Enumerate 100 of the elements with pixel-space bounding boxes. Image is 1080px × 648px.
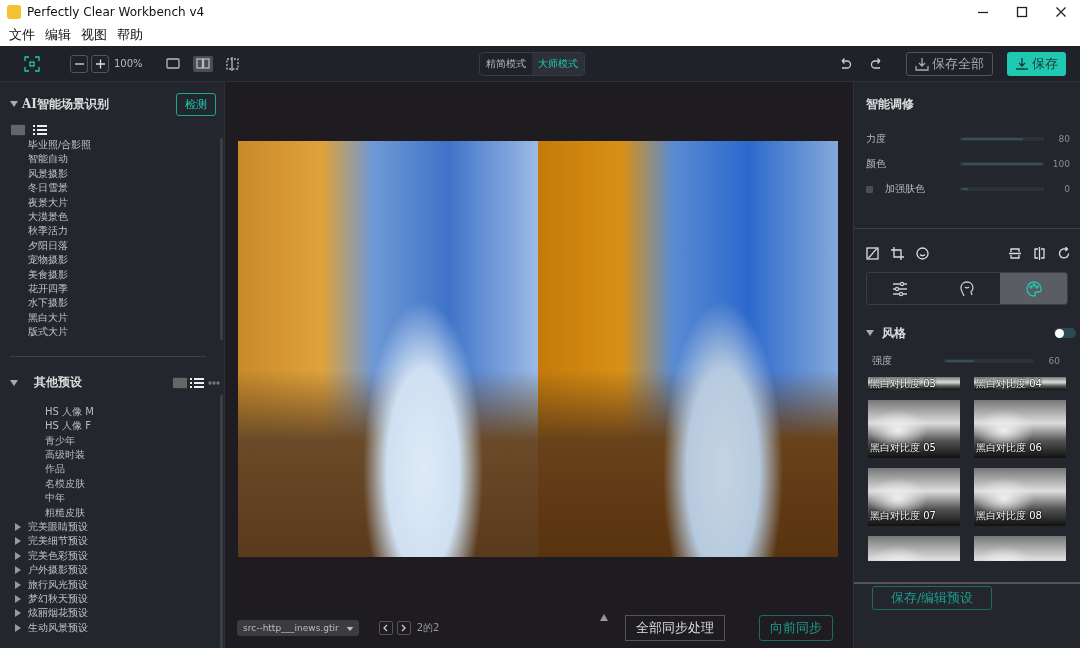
scene-item[interactable]: 美食摄影: [28, 267, 68, 283]
next-button[interactable]: [396, 621, 411, 635]
curves-icon[interactable]: [866, 246, 879, 260]
close-icon[interactable]: [1054, 6, 1067, 18]
more-icon[interactable]: [208, 379, 220, 386]
page-counter: 2的2: [416, 621, 440, 635]
view-mode-button[interactable]: [192, 55, 213, 72]
style-thumbnail[interactable]: 黑白对比度 07: [868, 468, 960, 526]
menu-item[interactable]: 帮助: [112, 26, 148, 44]
scene-item[interactable]: 版式大片: [28, 325, 68, 340]
scene-item[interactable]: 智能自动: [28, 152, 68, 167]
list-view-icon[interactable]: [190, 376, 204, 389]
preset-group[interactable]: 炫丽烟花预设: [28, 606, 88, 621]
scene-item[interactable]: 夜景大片: [28, 195, 68, 211]
preset-group[interactable]: 户外摄影预设: [28, 563, 88, 578]
save-button[interactable]: 保存: [1007, 51, 1066, 76]
scene-item[interactable]: 毕业照/合影照: [28, 138, 92, 153]
expand-arrow-icon[interactable]: [14, 623, 22, 632]
preset-group[interactable]: 梦幻秋天预设: [28, 591, 88, 606]
previous-button[interactable]: [378, 621, 393, 635]
preset-group[interactable]: 完美眼睛预设: [28, 520, 88, 534]
file-dropdown[interactable]: src--http___inews.gtir: [237, 620, 359, 636]
rotate-icon[interactable]: [1058, 246, 1070, 260]
style-thumbnail[interactable]: 黑白对比度 06: [974, 400, 1066, 458]
flip-horizontal-icon[interactable]: [1033, 246, 1046, 260]
chevron-right-icon: [400, 624, 408, 632]
slider-value: 100: [1051, 159, 1070, 169]
slider-label: 颜色: [866, 157, 886, 171]
menu-item[interactable]: 视图: [76, 26, 112, 44]
expand-arrow-icon[interactable]: [14, 580, 22, 589]
style-thumbnail[interactable]: 黑白对比度 04: [974, 377, 1066, 390]
expand-arrow-icon[interactable]: [14, 609, 22, 618]
expand-triangle-icon[interactable]: [599, 612, 610, 622]
scene-item[interactable]: 冬日雪景: [28, 181, 68, 196]
tool-tab[interactable]: [1000, 273, 1067, 304]
preset-group[interactable]: 完美细节预设: [28, 534, 88, 549]
menu-item[interactable]: 编辑: [40, 26, 76, 44]
preset-item[interactable]: 名模皮肤: [45, 476, 85, 491]
focus-frame-icon[interactable]: [24, 55, 40, 72]
save-preset-button[interactable]: 保存/编辑预设: [872, 586, 993, 610]
collapse-arrow-icon[interactable]: [866, 329, 874, 337]
preset-item[interactable]: 粗糙皮肤: [45, 505, 85, 520]
expand-arrow-icon[interactable]: [14, 566, 22, 575]
slider-track[interactable]: [960, 137, 1044, 141]
slider-value: 80: [1057, 134, 1070, 144]
download-icon: [915, 56, 929, 71]
collapse-arrow-icon[interactable]: [10, 378, 18, 387]
scene-item[interactable]: 秋季活力: [28, 224, 68, 239]
slider-label: 力度: [866, 132, 886, 146]
style-thumbnail[interactable]: 黑白对比度 05: [868, 400, 960, 458]
sync-forward-button[interactable]: 向前同步: [759, 615, 833, 641]
detect-button[interactable]: 检测: [176, 92, 216, 116]
preset-group[interactable]: 完美色彩预设: [28, 548, 88, 563]
preset-item[interactable]: HS 人像 F: [45, 419, 91, 434]
scene-item[interactable]: 黑白大片: [28, 310, 68, 326]
save-all-button[interactable]: 保存全部: [906, 51, 993, 76]
slider-track[interactable]: [944, 359, 1034, 363]
app-logo-icon: [7, 5, 21, 19]
download-icon: [1015, 56, 1029, 71]
slider-value: 60: [1047, 356, 1060, 366]
flip-vertical-icon[interactable]: [1009, 246, 1021, 260]
preset-item[interactable]: 青少年: [45, 433, 75, 448]
collapse-arrow-icon[interactable]: [10, 100, 18, 108]
preset-item[interactable]: 高级时装: [45, 448, 85, 463]
preset-item[interactable]: HS 人像 M: [45, 404, 94, 419]
zoom-in-button[interactable]: [91, 54, 109, 73]
preset-group[interactable]: 生动风景预设: [28, 620, 88, 635]
plus-icon: [94, 58, 106, 69]
sliders-icon: [892, 280, 909, 297]
preset-item[interactable]: 作品: [45, 462, 65, 477]
preset-group[interactable]: 旅行风光预设: [28, 577, 88, 592]
scene-item[interactable]: 水下摄影: [28, 296, 68, 311]
scene-item[interactable]: 宠物摄影: [28, 253, 68, 268]
preset-item[interactable]: 中年: [45, 491, 65, 506]
dashed-frame-icon: [225, 56, 241, 71]
style-thumbnail[interactable]: 黑白对比度 03: [868, 377, 960, 390]
menu-item[interactable]: 文件: [4, 26, 40, 44]
maximize-icon[interactable]: [1015, 6, 1028, 18]
expand-arrow-icon[interactable]: [14, 523, 22, 531]
style-thumbnail[interactable]: 黑白对比度 08: [974, 468, 1066, 526]
checkbox[interactable]: [866, 185, 873, 193]
mode-tab[interactable]: 大师模式: [531, 52, 584, 75]
mode-tab[interactable]: 精简模式: [479, 52, 532, 75]
scene-item[interactable]: 夕阳日落: [28, 238, 68, 254]
expand-arrow-icon[interactable]: [14, 594, 22, 603]
scene-item[interactable]: 大漠景色: [28, 210, 68, 225]
expand-arrow-icon[interactable]: [14, 551, 22, 560]
sync-all-button[interactable]: 全部同步处理: [625, 615, 725, 641]
face-profile-icon: [959, 280, 975, 297]
crop-icon[interactable]: [891, 246, 904, 260]
scene-item[interactable]: 风景摄影: [28, 166, 68, 182]
list-view-icon[interactable]: [33, 124, 47, 136]
window-title: Perfectly Clear Workbench v4: [27, 5, 206, 19]
section-title: AI智能场景识别: [22, 95, 110, 113]
toggle-switch[interactable]: [1054, 328, 1076, 338]
scene-item[interactable]: 花开四季: [28, 282, 68, 297]
expand-arrow-icon[interactable]: [14, 537, 22, 546]
zoom-out-button[interactable]: [70, 54, 88, 73]
smiley-icon[interactable]: [916, 246, 929, 260]
panel-title: 智能调修: [865, 96, 915, 113]
